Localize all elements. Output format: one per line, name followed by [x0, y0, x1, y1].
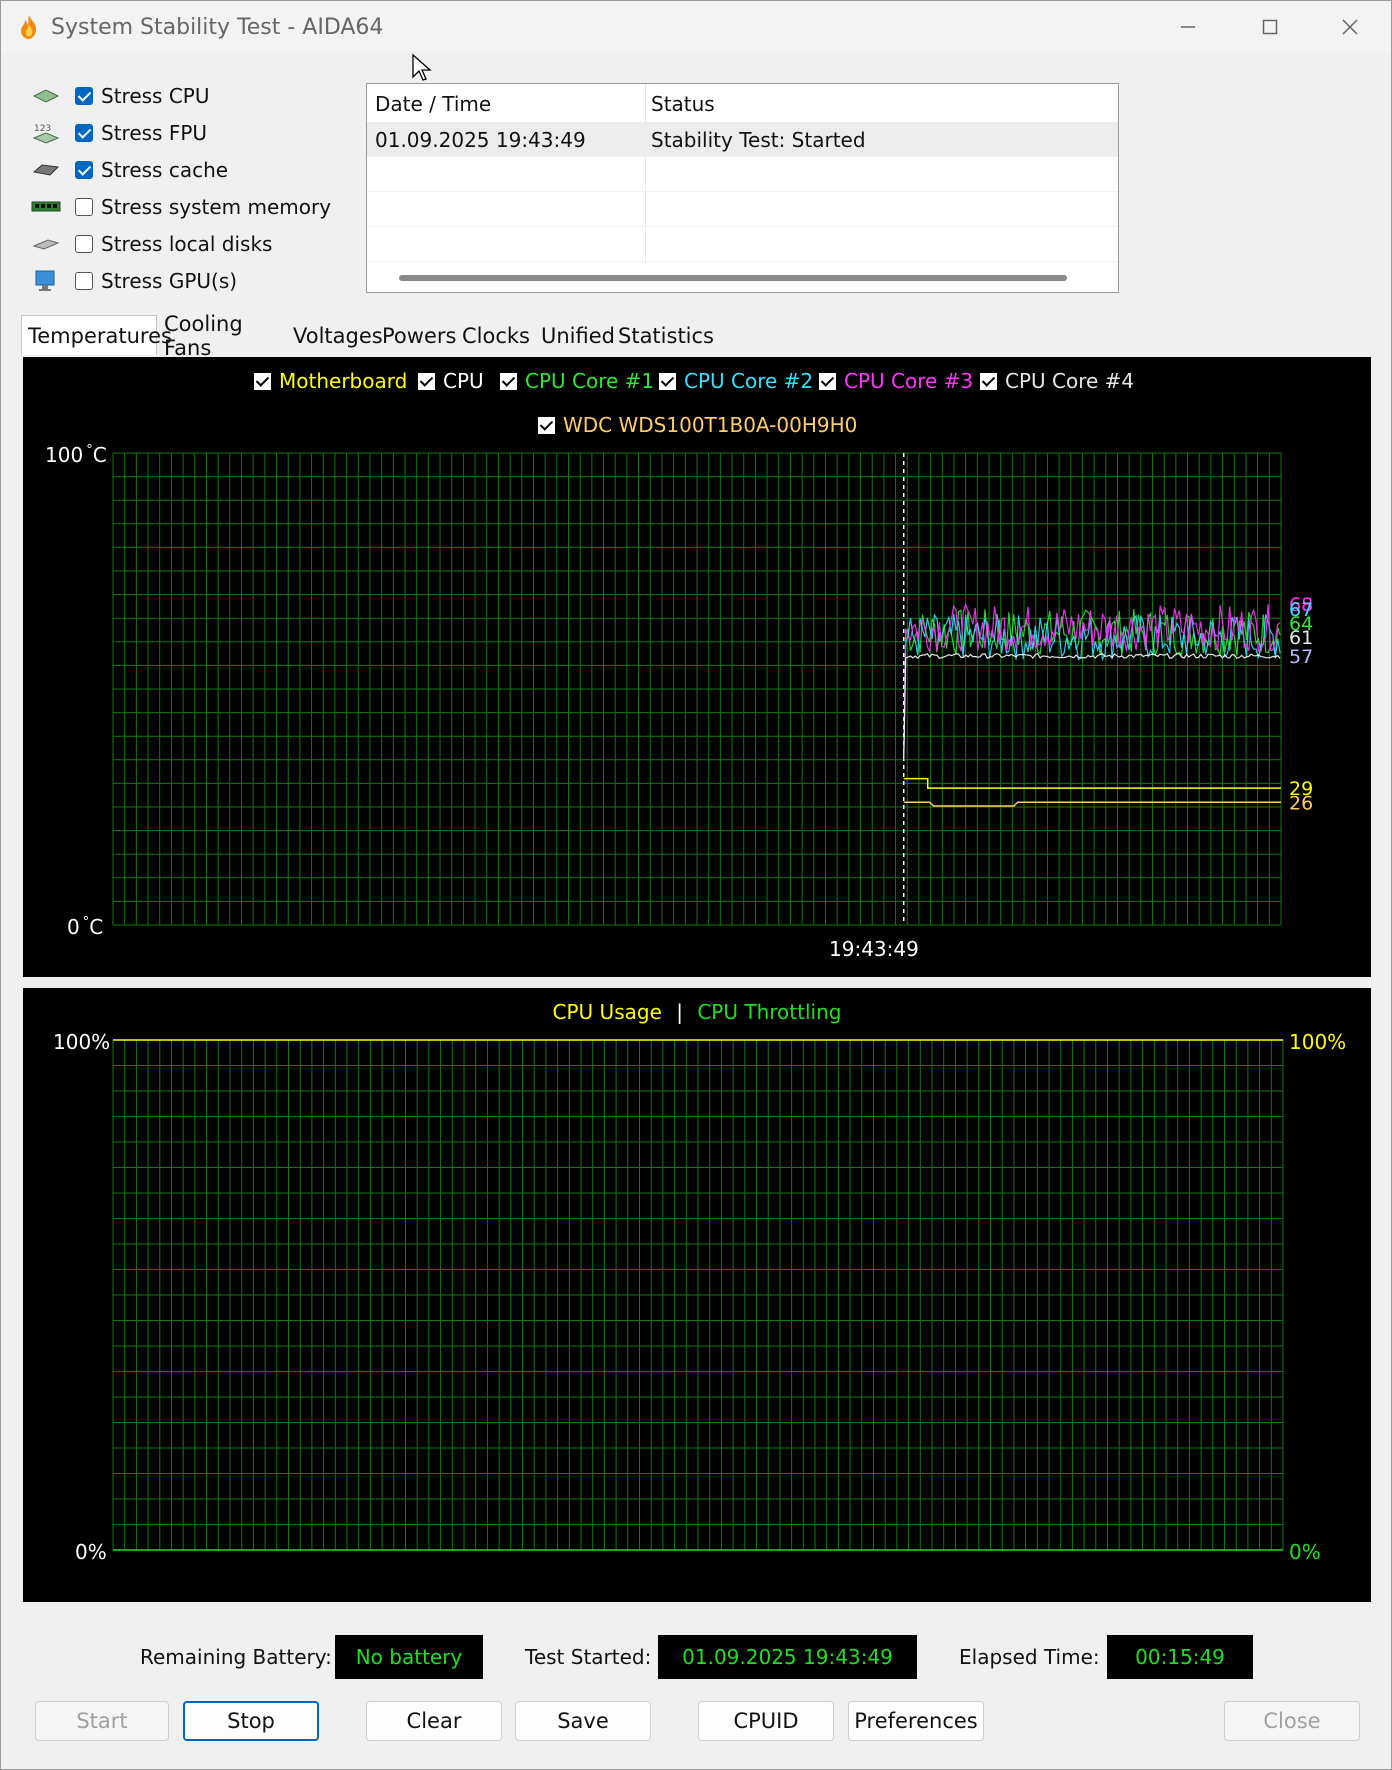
elapsed-time-label: Elapsed Time: [959, 1645, 1100, 1669]
close-window-button[interactable] [1315, 1, 1385, 53]
option-label: Stress GPU(s) [101, 269, 238, 293]
memory-module-icon [29, 195, 63, 219]
column-header-status[interactable]: Status [651, 92, 715, 116]
option-stress-fpu[interactable]: 123 Stress FPU [29, 118, 349, 148]
tab-voltages[interactable]: Voltages [287, 317, 383, 355]
window-title: System Stability Test - AIDA64 [51, 15, 384, 40]
gpu-monitor-icon [29, 269, 63, 293]
checkbox-stress-fpu[interactable] [75, 124, 93, 142]
elapsed-time-value: 00:15:49 [1107, 1635, 1253, 1679]
option-stress-system-memory[interactable]: Stress system memory [29, 192, 349, 222]
close-icon [1342, 19, 1358, 35]
log-cell-status: Stability Test: Started [651, 128, 866, 152]
tab-cooling-fans[interactable]: Cooling Fans [158, 312, 286, 360]
chart-grid [112, 452, 1282, 926]
minimize-button[interactable] [1153, 1, 1223, 53]
test-started-value: 01.09.2025 19:43:49 [658, 1635, 917, 1679]
minimize-icon [1181, 26, 1195, 28]
start-button[interactable]: Start [35, 1701, 169, 1741]
log-row[interactable]: 01.09.2025 19:43:49 Stability Test: Star… [367, 122, 1118, 157]
preferences-button[interactable]: Preferences [848, 1701, 984, 1741]
tab-temperatures[interactable]: Temperatures [21, 315, 172, 355]
option-label: Stress CPU [101, 84, 210, 108]
current-value-label: 57 [1289, 646, 1313, 668]
test-started-label: Test Started: [525, 1645, 652, 1669]
disk-drive-icon [29, 232, 63, 256]
series-cpu-line [903, 652, 1281, 760]
svg-text:123: 123 [34, 124, 51, 134]
title-bar: System Stability Test - AIDA64 [1, 1, 1391, 53]
tab-powers[interactable]: Powers [376, 317, 456, 355]
checkbox-stress-gpus[interactable] [75, 272, 93, 290]
stop-button[interactable]: Stop [183, 1701, 319, 1741]
horizontal-scrollbar[interactable] [399, 275, 1067, 281]
cpuid-button[interactable]: CPUID [698, 1701, 834, 1741]
current-value-label: 26 [1289, 792, 1313, 814]
remaining-battery-label: Remaining Battery: [140, 1645, 332, 1669]
checkbox-stress-system-memory[interactable] [75, 198, 93, 216]
chart-grid [112, 1039, 1284, 1551]
checkbox-stress-cpu[interactable] [75, 87, 93, 105]
fpu-123-icon: 123 [29, 121, 63, 145]
column-header-datetime[interactable]: Date / Time [375, 92, 491, 116]
option-stress-cache[interactable]: Stress cache [29, 155, 349, 185]
checkbox-stress-cache[interactable] [75, 161, 93, 179]
cpu-usage-plot [112, 1039, 1284, 1551]
temperature-plot: 68676461572926 [112, 452, 1313, 926]
maximize-icon [1262, 19, 1278, 35]
close-button[interactable]: Close [1224, 1701, 1360, 1741]
log-row-empty [367, 227, 1118, 262]
tab-statistics[interactable]: Statistics [612, 317, 714, 355]
clear-button[interactable]: Clear [366, 1701, 502, 1741]
aida64-flame-icon [21, 15, 37, 39]
series-wdc-disk-line [903, 801, 1281, 807]
option-label: Stress local disks [101, 232, 273, 256]
cpu-usage-chart-panel: CPU Usage | CPU Throttling 100% 0% 100% … [23, 988, 1371, 1602]
tab-clocks[interactable]: Clocks [456, 317, 530, 355]
option-stress-local-disks[interactable]: Stress local disks [29, 229, 349, 259]
cpu-chip-icon [29, 84, 63, 108]
option-label: Stress FPU [101, 121, 208, 145]
option-label: Stress cache [101, 158, 229, 182]
cache-chip-icon [29, 158, 63, 182]
option-stress-gpus[interactable]: Stress GPU(s) [29, 266, 349, 296]
log-cell-datetime: 01.09.2025 19:43:49 [375, 128, 586, 152]
save-button[interactable]: Save [515, 1701, 651, 1741]
maximize-button[interactable] [1235, 1, 1305, 53]
log-row-empty [367, 157, 1118, 192]
remaining-battery-value: No battery [335, 1635, 483, 1679]
temperature-chart-panel: Motherboard CPU CPU Core #1 CPU Core #2 … [23, 357, 1371, 977]
tab-unified[interactable]: Unified [535, 317, 615, 355]
log-header: Date / Time Status [367, 84, 1118, 123]
checkbox-stress-local-disks[interactable] [75, 235, 93, 253]
option-stress-cpu[interactable]: Stress CPU [29, 81, 349, 111]
event-log-list[interactable]: Date / Time Status 01.09.2025 19:43:49 S… [366, 83, 1119, 293]
option-label: Stress system memory [101, 195, 332, 219]
stability-test-window: System Stability Test - AIDA64 Stress CP… [0, 0, 1392, 1770]
mouse-cursor-icon [412, 53, 432, 81]
log-row-empty [367, 192, 1118, 227]
